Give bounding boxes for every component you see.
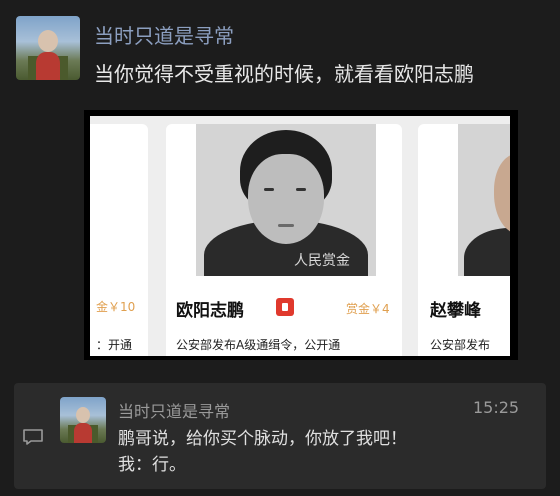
sender-name[interactable]: 当时只道是寻常 [94, 20, 234, 49]
quoted-time: 15:25 [473, 398, 520, 417]
card-right-name: 赵攀峰 [430, 301, 481, 321]
quoted-avatar-body [74, 423, 92, 443]
photo-watermark: 人民赏金 [294, 253, 350, 269]
card-left: 金￥10 ：开通 [90, 124, 148, 356]
quoted-line-1: 鹏哥说，给你买个脉动，你放了我吧！ [118, 429, 407, 449]
quoted-avatar-head [76, 407, 90, 423]
photo-face [248, 154, 324, 244]
badge-icon [276, 298, 294, 316]
avatar-body [36, 52, 60, 80]
quoted-sender: 当时只道是寻常 [118, 402, 231, 421]
image-content: 金￥10 ：开通 人民赏金 欧阳志鹏 赏金￥4 公安部发布A级通缉令，公开通 赵… [90, 116, 510, 356]
card-right: 赵攀峰 公安部发布 [418, 124, 510, 356]
quoted-text: 鹏哥说，给你买个脉动，你放了我吧！ 我：行。 [118, 426, 518, 478]
card-right-desc: 公安部发布 [430, 338, 491, 352]
right-photo-face [494, 154, 510, 234]
card-center-name: 欧阳志鹏 [176, 301, 244, 321]
card-center-reward: 赏金￥4 [346, 302, 390, 316]
message-image[interactable]: 金￥10 ：开通 人民赏金 欧阳志鹏 赏金￥4 公安部发布A级通缉令，公开通 赵… [84, 110, 518, 360]
quote-icon [23, 429, 43, 445]
card-center: 人民赏金 欧阳志鹏 赏金￥4 公安部发布A级通缉令，公开通 [166, 124, 402, 356]
quoted-line-2: 我：行。 [118, 455, 186, 475]
card-left-desc: ：开通 [96, 338, 133, 352]
right-photo-shoulders [464, 228, 510, 276]
suspect-photo: 人民赏金 [196, 124, 376, 276]
photo-eye-right [296, 188, 306, 191]
card-center-desc: 公安部发布A级通缉令，公开通 [176, 338, 341, 352]
photo-mouth [278, 224, 294, 227]
right-photo [458, 124, 510, 276]
message-text: 当你觉得不受重视的时候，就看看欧阳志鹏 [94, 62, 474, 86]
quoted-avatar [60, 397, 106, 443]
avatar[interactable] [16, 16, 80, 80]
photo-eye-left [264, 188, 274, 191]
avatar-head [38, 30, 58, 52]
card-left-reward: 金￥10 [96, 300, 136, 314]
